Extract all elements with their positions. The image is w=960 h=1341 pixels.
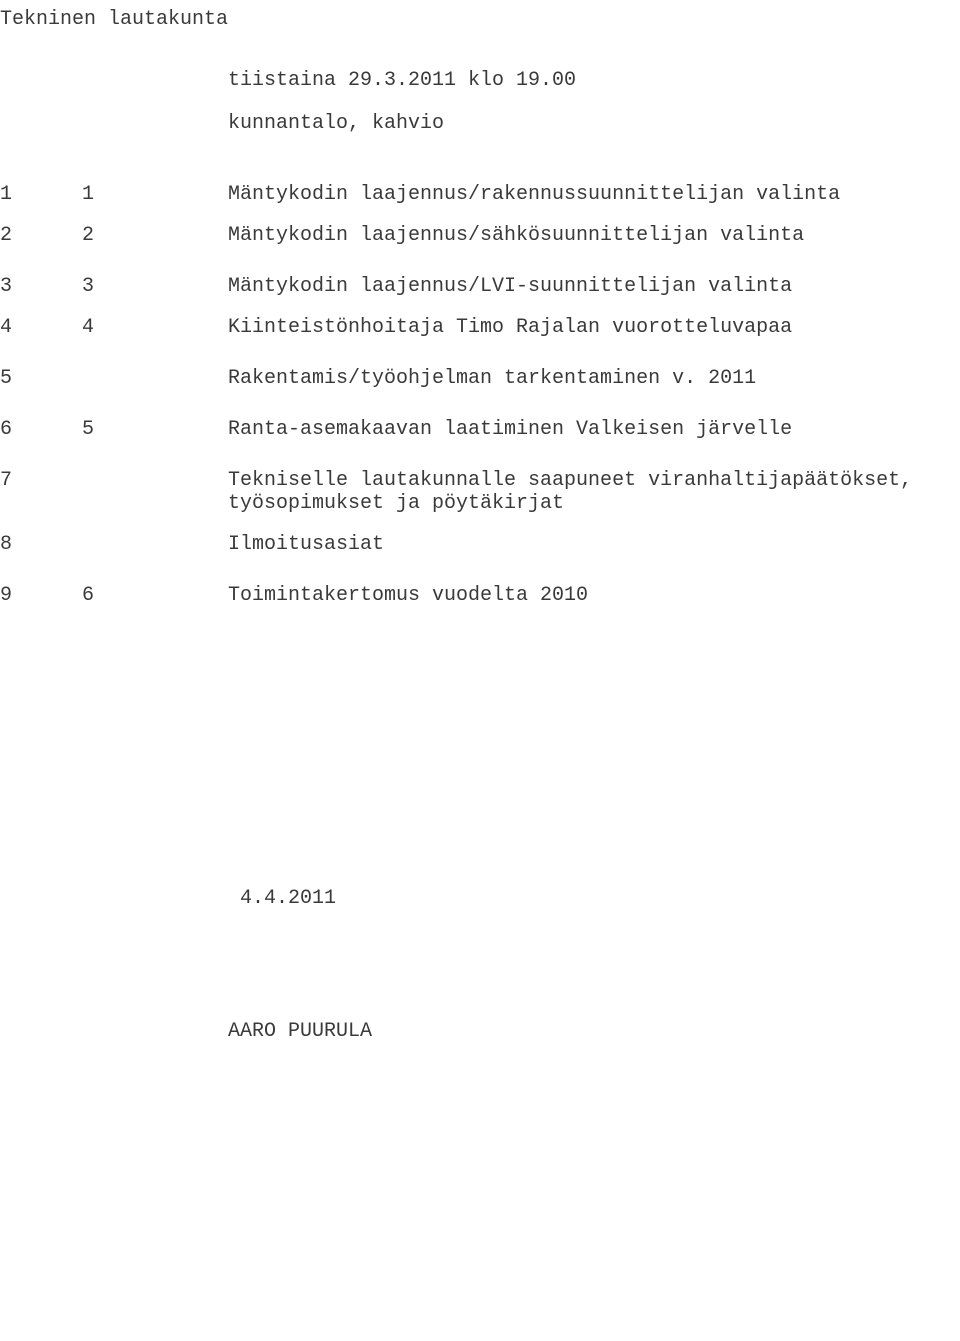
agenda-item: 3 3 Mäntykodin laajennus/LVI-suunnitteli… bbox=[0, 275, 960, 298]
agenda-number: 4 bbox=[82, 316, 228, 339]
agenda-index: 9 bbox=[0, 584, 82, 607]
agenda-index: 4 bbox=[0, 316, 82, 339]
agenda-title: Tekniselle lautakunnalle saapuneet viran… bbox=[228, 469, 960, 515]
board-name: Tekninen lautakunta bbox=[0, 0, 960, 31]
agenda-index: 8 bbox=[0, 533, 82, 556]
agenda-number: 5 bbox=[82, 418, 228, 441]
meeting-datetime: tiistaina 29.3.2011 klo 19.00 bbox=[228, 69, 960, 92]
agenda-index: 5 bbox=[0, 367, 82, 390]
agenda-item: 9 6 Toimintakertomus vuodelta 2010 bbox=[0, 584, 960, 607]
agenda-title: Mäntykodin laajennus/sähkösuunnittelijan… bbox=[228, 224, 960, 247]
signature-name: AARO PUURULA bbox=[228, 1020, 960, 1043]
agenda-item: 7 Tekniselle lautakunnalle saapuneet vir… bbox=[0, 469, 960, 515]
agenda-title: Kiinteistönhoitaja Timo Rajalan vuorotte… bbox=[228, 316, 960, 339]
meeting-info: tiistaina 29.3.2011 klo 19.00 kunnantalo… bbox=[228, 69, 960, 135]
agenda-item: 8 Ilmoitusasiat bbox=[0, 533, 960, 556]
agenda-item: 2 2 Mäntykodin laajennus/sähkösuunnittel… bbox=[0, 224, 960, 247]
footer-date: 4.4.2011 bbox=[240, 887, 960, 910]
agenda-title: Ilmoitusasiat bbox=[228, 533, 960, 556]
agenda-number: 1 bbox=[82, 183, 228, 206]
agenda-index: 3 bbox=[0, 275, 82, 298]
agenda-index: 1 bbox=[0, 183, 82, 206]
agenda-title: Mäntykodin laajennus/rakennussuunnitteli… bbox=[228, 183, 960, 206]
meeting-location: kunnantalo, kahvio bbox=[228, 112, 960, 135]
agenda-item: 6 5 Ranta-asemakaavan laatiminen Valkeis… bbox=[0, 418, 960, 441]
agenda-number: 3 bbox=[82, 275, 228, 298]
agenda-index: 2 bbox=[0, 224, 82, 247]
agenda-index: 6 bbox=[0, 418, 82, 441]
agenda-title: Rakentamis/työohjelman tarkentaminen v. … bbox=[228, 367, 960, 390]
agenda-list: 1 1 Mäntykodin laajennus/rakennussuunnit… bbox=[0, 183, 960, 607]
agenda-number: 2 bbox=[82, 224, 228, 247]
agenda-index: 7 bbox=[0, 469, 82, 492]
agenda-number: 6 bbox=[82, 584, 228, 607]
agenda-title: Mäntykodin laajennus/LVI-suunnittelijan … bbox=[228, 275, 960, 298]
agenda-item: 5 Rakentamis/työohjelman tarkentaminen v… bbox=[0, 367, 960, 390]
agenda-title: Toimintakertomus vuodelta 2010 bbox=[228, 584, 960, 607]
agenda-item: 1 1 Mäntykodin laajennus/rakennussuunnit… bbox=[0, 183, 960, 206]
agenda-item: 4 4 Kiinteistönhoitaja Timo Rajalan vuor… bbox=[0, 316, 960, 339]
agenda-title: Ranta-asemakaavan laatiminen Valkeisen j… bbox=[228, 418, 960, 441]
